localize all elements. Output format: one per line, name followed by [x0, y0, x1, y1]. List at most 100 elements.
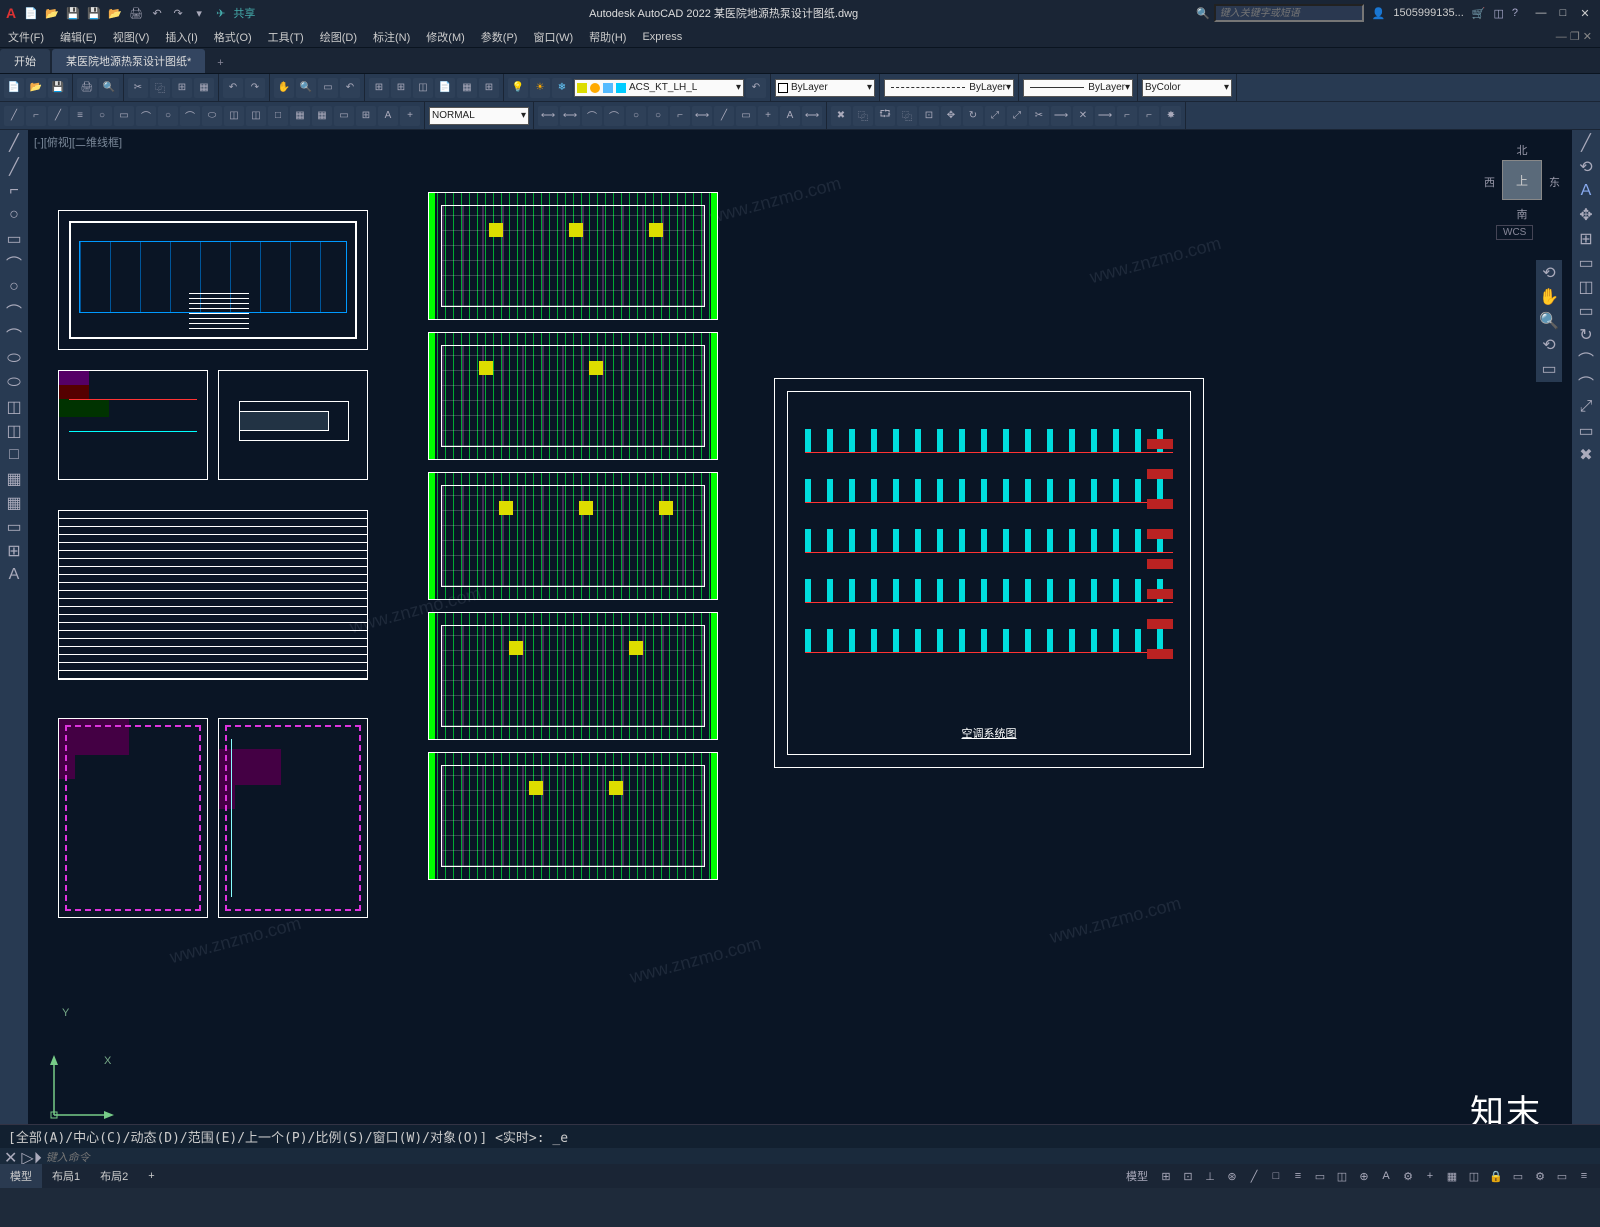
- tb-properties-icon[interactable]: ⊞: [369, 78, 389, 98]
- tb-open-icon[interactable]: 📂: [26, 78, 46, 98]
- tb-mline-icon[interactable]: ≡: [70, 106, 90, 126]
- lt-insert-icon[interactable]: ◫: [2, 396, 26, 418]
- rt-rect-icon[interactable]: ▭: [1574, 252, 1598, 274]
- close-icon[interactable]: ✕: [1576, 7, 1594, 20]
- tb-polygon-icon[interactable]: ○: [92, 106, 112, 126]
- user-icon[interactable]: 👤: [1372, 7, 1386, 20]
- tb-arc-icon[interactable]: ⌒: [136, 106, 156, 126]
- drawing-sheet[interactable]: [58, 718, 208, 918]
- tb-join-icon[interactable]: ⟶: [1095, 106, 1115, 126]
- tb-move-icon[interactable]: ✥: [941, 106, 961, 126]
- tb-dimdiameter-icon[interactable]: ○: [648, 106, 668, 126]
- menu-draw[interactable]: 绘图(D): [312, 29, 365, 45]
- rt-constrain-icon[interactable]: ╱: [1574, 132, 1598, 154]
- tb-explode-icon[interactable]: ✸: [1161, 106, 1181, 126]
- rt-revolve-icon[interactable]: ↻: [1574, 324, 1598, 346]
- sb-hardware-icon[interactable]: ⚙: [1530, 1167, 1550, 1185]
- open-icon[interactable]: 📂: [43, 4, 61, 22]
- tab-start[interactable]: 开始: [0, 49, 50, 73]
- sb-quickprops-icon[interactable]: ◫: [1464, 1167, 1484, 1185]
- lt-arc-icon[interactable]: ⌒: [2, 252, 26, 274]
- tb-circle-icon[interactable]: ○: [158, 106, 178, 126]
- sb-isolate-icon[interactable]: ▭: [1508, 1167, 1528, 1185]
- tb-table-icon[interactable]: ⊞: [356, 106, 376, 126]
- nav-pan-icon[interactable]: ✋: [1538, 286, 1560, 308]
- lineweight-combo[interactable]: ByLayer ▾: [1023, 79, 1133, 97]
- menu-dim[interactable]: 标注(N): [365, 29, 418, 45]
- tb-layerfilter-icon[interactable]: ❄: [552, 78, 572, 98]
- tb-fillet-icon[interactable]: ⌐: [1139, 106, 1159, 126]
- drawing-sheet[interactable]: [58, 370, 208, 480]
- lt-rect-icon[interactable]: ▭: [2, 228, 26, 250]
- sb-iso-icon[interactable]: ╱: [1244, 1167, 1264, 1185]
- tb-redo-icon[interactable]: ↷: [245, 78, 265, 98]
- lt-spline-icon[interactable]: ⌒: [2, 324, 26, 346]
- tb-chamfer-icon[interactable]: ⌐: [1117, 106, 1137, 126]
- tb-break-icon[interactable]: ✕: [1073, 106, 1093, 126]
- new-icon[interactable]: 📄: [22, 4, 40, 22]
- tb-mtext-icon[interactable]: A: [378, 106, 398, 126]
- tab-add[interactable]: +: [207, 53, 233, 73]
- redo-icon[interactable]: ↷: [169, 4, 187, 22]
- menu-view[interactable]: 视图(V): [105, 29, 158, 45]
- floor-plan-sheet[interactable]: [428, 192, 718, 320]
- tb-line-icon[interactable]: ╱: [4, 106, 24, 126]
- rt-sweep-icon[interactable]: ⌒: [1574, 372, 1598, 394]
- layout1-tab[interactable]: 布局1: [42, 1164, 90, 1188]
- tb-tolerance-icon[interactable]: ▭: [736, 106, 756, 126]
- sb-workspace-icon[interactable]: ⚙: [1398, 1167, 1418, 1185]
- tb-copy-icon[interactable]: ⿻: [150, 78, 170, 98]
- menu-tools[interactable]: 工具(T): [260, 29, 312, 45]
- qat-dropdown-icon[interactable]: ▾: [190, 4, 208, 22]
- textstyle-combo[interactable]: NORMAL ▾: [429, 107, 529, 125]
- system-diagram-sheet[interactable]: 空调系统图: [774, 378, 1204, 768]
- tab-document[interactable]: 某医院地源热泵设计图纸*: [52, 49, 205, 73]
- tb-xline-icon[interactable]: ╱: [48, 106, 68, 126]
- help-icon[interactable]: ?: [1512, 7, 1518, 19]
- tb-rect-icon[interactable]: ▭: [114, 106, 134, 126]
- user-name[interactable]: 1505999135...: [1393, 7, 1463, 19]
- rt-orbit-icon[interactable]: ⟲: [1574, 156, 1598, 178]
- viewcube-west[interactable]: 西: [1484, 174, 1495, 190]
- cart-icon[interactable]: 🛒: [1472, 7, 1486, 20]
- viewcube-north[interactable]: 北: [1517, 142, 1528, 158]
- add-layout-tab[interactable]: +: [138, 1164, 164, 1188]
- drawing-canvas[interactable]: [-][俯视][二维线框] www.znzmo.com www.znzmo.co…: [28, 130, 1572, 1188]
- plotstyle-combo[interactable]: ByColor ▾: [1142, 79, 1232, 97]
- lt-ellipse-icon[interactable]: ⬭: [2, 348, 26, 370]
- lt-mtext-icon[interactable]: A: [2, 564, 26, 586]
- sb-lwt-icon[interactable]: ≡: [1288, 1167, 1308, 1185]
- viewcube-south[interactable]: 南: [1517, 206, 1528, 222]
- tb-dimangular-icon[interactable]: ⌒: [582, 106, 602, 126]
- sb-cleanscreen-icon[interactable]: ▭: [1552, 1167, 1572, 1185]
- rt-erase-icon[interactable]: ✖: [1574, 444, 1598, 466]
- tb-erase-icon[interactable]: ✖: [831, 106, 851, 126]
- tb-ellipse-icon[interactable]: ⬭: [202, 106, 222, 126]
- menu-param[interactable]: 参数(P): [473, 29, 526, 45]
- tb-extend-icon[interactable]: ⟶: [1051, 106, 1071, 126]
- tb-spline-icon[interactable]: ⌒: [180, 106, 200, 126]
- menu-insert[interactable]: 插入(I): [157, 29, 205, 45]
- nav-orbit-icon[interactable]: ⟲: [1538, 334, 1560, 356]
- menu-edit[interactable]: 编辑(E): [52, 29, 105, 45]
- sb-model-label[interactable]: 模型: [1120, 1167, 1154, 1185]
- lt-circle-icon[interactable]: ○: [2, 276, 26, 298]
- tb-layerprev-icon[interactable]: ↶: [746, 78, 766, 98]
- lt-region-icon[interactable]: ▭: [2, 516, 26, 538]
- tb-zoomprev-icon[interactable]: ↶: [340, 78, 360, 98]
- share-icon[interactable]: ✈: [216, 7, 225, 20]
- menu-modify[interactable]: 修改(M): [418, 29, 473, 45]
- menu-window[interactable]: 窗口(W): [525, 29, 581, 45]
- viewcube[interactable]: 北 南 西 东 上 WCS: [1482, 140, 1562, 240]
- lt-pline-icon[interactable]: ⌐: [2, 180, 26, 202]
- tb-plot-icon[interactable]: 🖨: [77, 78, 97, 98]
- lt-hatch-icon[interactable]: ▦: [2, 468, 26, 490]
- tb-stretch-icon[interactable]: ⤢: [1007, 106, 1027, 126]
- viewport-label[interactable]: [-][俯视][二维线框]: [34, 134, 122, 150]
- tb-cut-icon[interactable]: ✂: [128, 78, 148, 98]
- tb-copy2-icon[interactable]: ⿻: [853, 106, 873, 126]
- sb-annomonitor-icon[interactable]: +: [1420, 1167, 1440, 1185]
- rt-text-icon[interactable]: A: [1574, 180, 1598, 202]
- tb-offset-icon[interactable]: ⿻: [897, 106, 917, 126]
- tb-markup-icon[interactable]: ▦: [457, 78, 477, 98]
